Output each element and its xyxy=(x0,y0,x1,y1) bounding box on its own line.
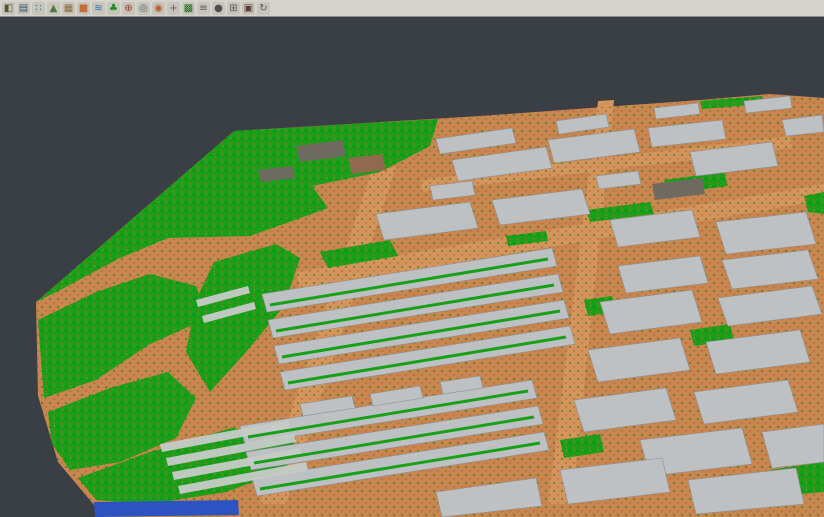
classified-point-cloud-scene xyxy=(0,17,824,517)
rotate-icon[interactable]: ↻ xyxy=(257,2,270,15)
measure-icon[interactable]: ⊕ xyxy=(122,2,135,15)
grid-icon[interactable]: ⊞ xyxy=(227,2,240,15)
vegetation-icon[interactable]: ♣ xyxy=(107,2,120,15)
water-icon[interactable]: ≋ xyxy=(92,2,105,15)
blue-structure xyxy=(94,500,239,517)
dem-icon[interactable]: ■ xyxy=(77,2,90,15)
save-icon[interactable]: ▤ xyxy=(17,2,30,15)
ortho-icon[interactable]: ▦ xyxy=(62,2,75,15)
open-project-icon[interactable]: ◧ xyxy=(2,2,15,15)
camera-icon[interactable]: ▣ xyxy=(242,2,255,15)
pan-icon[interactable]: + xyxy=(167,2,180,15)
point-cloud-icon[interactable]: ∷ xyxy=(32,2,45,15)
classify-icon[interactable]: ▩ xyxy=(182,2,195,15)
zoom-icon[interactable]: ◎ xyxy=(137,2,150,15)
application-window: ◧▤∷▲▦■≋♣⊕◎◉+▩≡●⊞▣↻ xyxy=(0,0,824,517)
globe-icon[interactable]: ● xyxy=(212,2,225,15)
layers-icon[interactable]: ≡ xyxy=(197,2,210,15)
mesh-icon[interactable]: ▲ xyxy=(47,2,60,15)
target-icon[interactable]: ◉ xyxy=(152,2,165,15)
3d-viewport[interactable] xyxy=(0,17,824,517)
toolbar: ◧▤∷▲▦■≋♣⊕◎◉+▩≡●⊞▣↻ xyxy=(0,0,824,17)
building xyxy=(762,424,824,468)
